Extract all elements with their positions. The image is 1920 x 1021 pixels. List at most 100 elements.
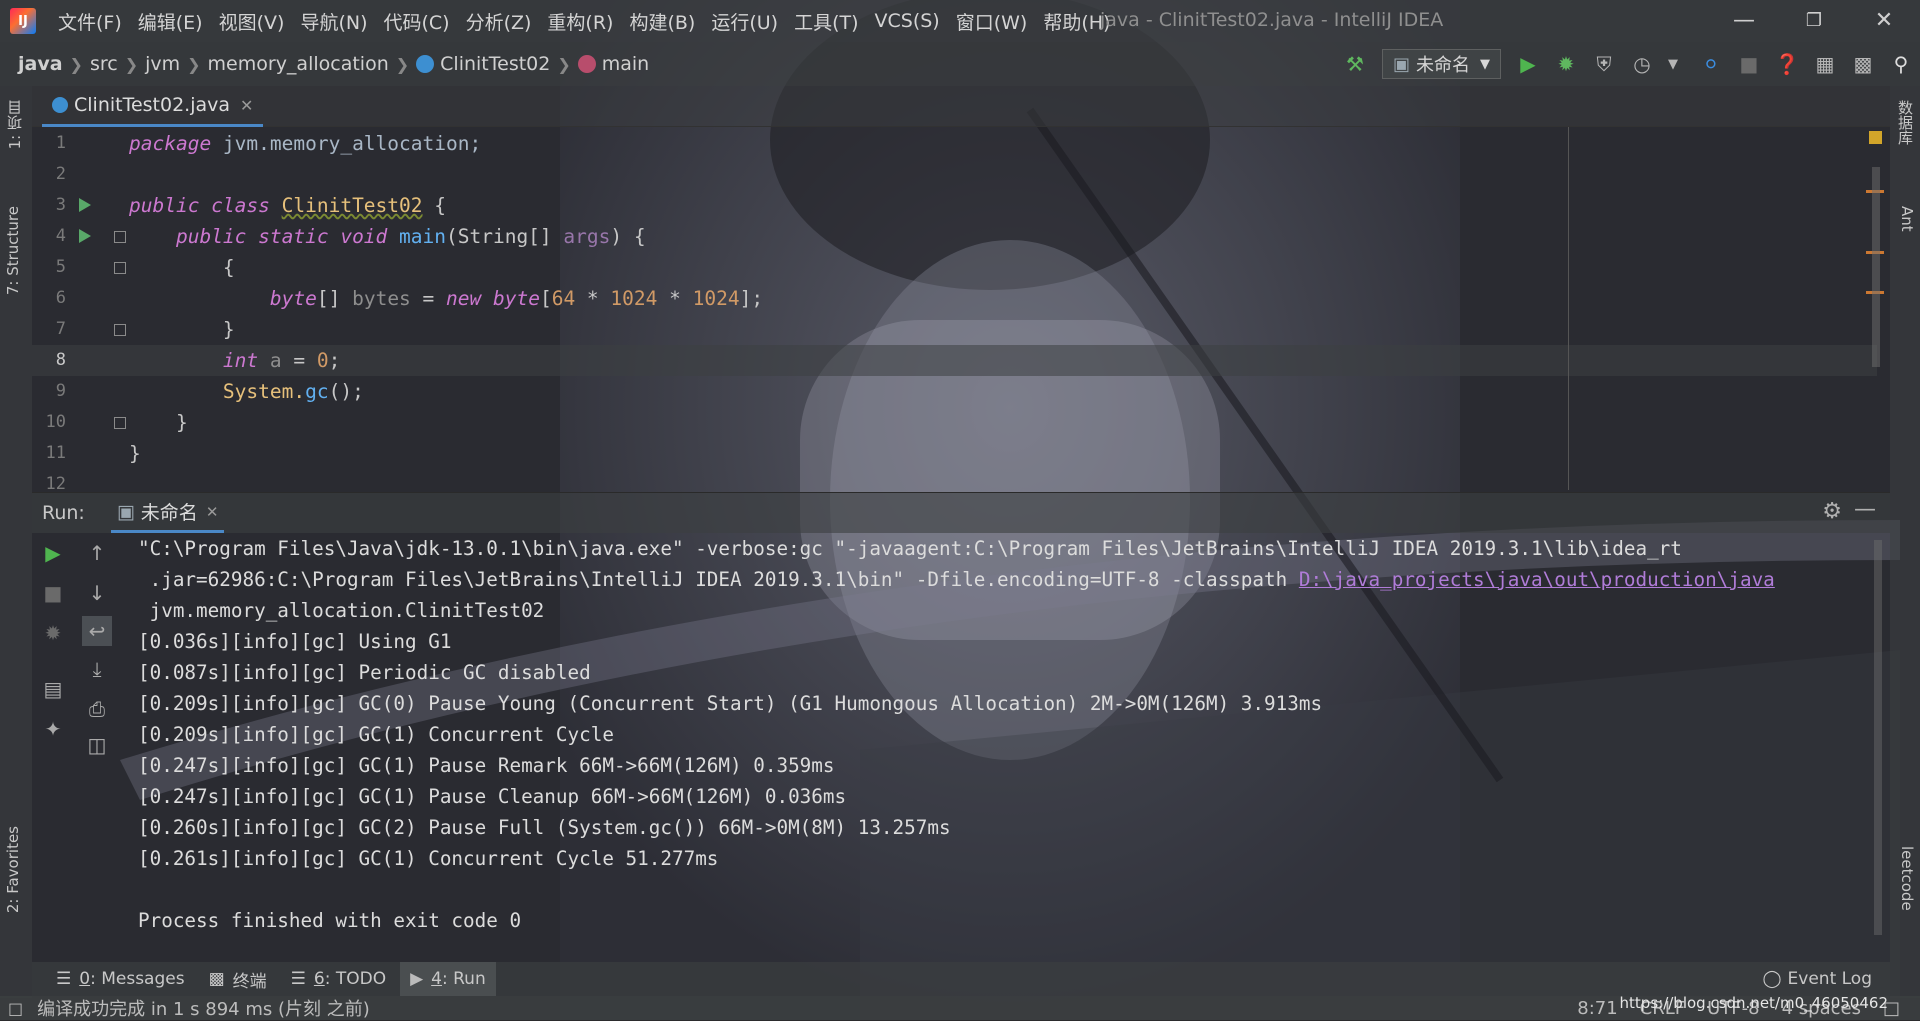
tool-tab-project[interactable]: 1: 项目 [4,100,25,149]
project-structure-icon[interactable]: ▦ [1813,52,1837,76]
editor-tab[interactable]: ClinitTest02.java ✕ [42,86,264,127]
breadcrumb-method[interactable]: main [577,53,649,75]
minimize-button[interactable]: — [1724,6,1764,36]
arrow-up-icon[interactable]: ↑ [86,541,108,565]
tool-tab-database[interactable]: 数据库 [1895,100,1916,145]
pin-icon[interactable]: ✦ [42,717,64,741]
classpath-link[interactable]: D:\java_projects\java\out\production\jav… [1299,568,1775,591]
tool-window-todo-num: 6 [313,969,325,989]
menu-edit[interactable]: 编辑(E) [130,8,211,35]
breadcrumb-java[interactable]: java [18,53,63,75]
run-gutter-icon[interactable] [79,229,91,243]
right-tool-strip: 数据库 Ant leetcode [1890,86,1920,998]
terminal-window-icon[interactable]: ▩ [1851,52,1875,76]
layout-icon[interactable]: ▤ [42,677,64,701]
tool-window-todo[interactable]: ☰ 6: TODO [281,962,396,996]
profiler-clock-icon[interactable]: ◷ [1630,52,1654,76]
breadcrumb-src[interactable]: src [90,53,118,75]
run-gutter-icon[interactable] [79,198,91,212]
code-editor[interactable]: 1 package jvm.memory_allocation; 2 3 pub… [32,127,1890,490]
console-output[interactable]: "C:\Program Files\Java\jdk-13.0.1\bin\ja… [138,533,1878,963]
breadcrumb-memory-allocation[interactable]: memory_allocation [208,53,389,75]
tool-window-event-log[interactable]: ◯ Event Log [1753,962,1883,996]
console-scrollbar[interactable] [1874,540,1882,935]
console-line: [0.209s][info][gc] GC(1) Concurrent Cycl… [138,723,614,746]
code-line: 10 } [32,407,1877,438]
line-number: 1 [55,133,66,153]
chevron-down-icon: ▼ [1480,56,1490,72]
run-icon[interactable]: ▶ [1516,52,1540,76]
breadcrumb-class[interactable]: ClinitTest02 [416,53,550,75]
fold-icon[interactable] [114,417,126,429]
run-toolbar-primary: ▶ ■ ✹ ▤ ✦ [32,532,80,958]
run-tab[interactable]: ▣ 未命名 ✕ [110,493,225,533]
run-configuration-select[interactable]: ▣ 未命名 ▼ [1381,49,1501,79]
tool-window-terminal[interactable]: ▩ 终端 [199,962,277,996]
debug-bug-icon[interactable]: ✹ [42,621,64,645]
editor-tab-bar: ClinitTest02.java ✕ [32,86,1890,127]
code-token: (String[] [446,225,564,248]
update-running-icon[interactable]: ⚪ [1699,52,1723,76]
param-token: args [563,225,611,248]
code-token: = [281,349,317,372]
arrow-down-icon[interactable]: ↓ [86,581,108,605]
menu-refactor[interactable]: 重构(R) [539,8,621,35]
menu-bar: IJ 文件(F) 编辑(E) 视图(V) 导航(N) 代码(C) 分析(Z) 重… [0,0,1920,42]
run-panel-header: Run: ▣ 未命名 ✕ ⚙ — [32,492,1890,533]
tool-tab-leetcode[interactable]: leetcode [1898,846,1916,911]
code-line-current: 8 int a = 0; [32,345,1877,376]
menu-tools[interactable]: 工具(T) [786,8,866,35]
build-hammer-icon[interactable]: ⚒ [1343,52,1367,76]
caret-position[interactable]: 8:71 [1577,998,1617,1019]
variable-token: a [258,349,282,372]
menu-navigate[interactable]: 导航(N) [292,8,375,35]
run-icon: ▶ [410,969,424,989]
debug-bug-icon[interactable]: ✹ [1554,52,1578,76]
editor-scrollbar[interactable] [1872,167,1880,367]
menu-run[interactable]: 运行(U) [703,8,786,35]
breadcrumb-jvm[interactable]: jvm [145,53,180,75]
print-icon[interactable]: ⎙ [86,697,108,721]
fold-icon[interactable] [114,231,126,243]
fold-icon[interactable] [114,324,126,336]
rerun-icon[interactable]: ▶ [42,541,64,565]
tool-window-messages[interactable]: ☰ 0: Messages [46,962,195,996]
menu-vcs[interactable]: VCS(S) [867,10,948,32]
menu-view[interactable]: 视图(V) [211,8,293,35]
fold-icon[interactable] [114,262,126,274]
scroll-to-end-icon[interactable]: ⤓ [86,657,108,681]
close-tab-icon[interactable]: ✕ [240,96,253,115]
java-class-icon [52,97,68,113]
more-run-chevron-icon[interactable]: ▼ [1661,52,1685,76]
menu-window[interactable]: 窗口(W) [948,8,1036,35]
gear-icon[interactable]: ⚙ [1822,499,1842,524]
help-icon[interactable]: ❓ [1775,52,1800,76]
stop-icon[interactable]: ■ [42,581,64,605]
stop-icon[interactable]: ■ [1737,52,1761,76]
coverage-shield-icon[interactable]: ⛨ [1592,52,1616,76]
code-token: (); [328,380,364,403]
tool-window-event-log-label: Event Log [1787,969,1872,989]
soft-wrap-icon[interactable]: ↩ [82,616,112,646]
tool-window-run[interactable]: ▶ 4: Run [400,962,496,996]
toggle-tool-windows-icon[interactable]: □ [8,999,23,1018]
tool-tab-structure[interactable]: 7: Structure [4,206,22,295]
inspection-warning-icon[interactable] [1869,131,1882,144]
status-message[interactable]: 编译成功完成 in 1 s 894 ms (片刻 之前) [37,995,370,1021]
close-window-button[interactable]: ✕ [1864,6,1904,36]
menu-file[interactable]: 文件(F) [50,8,130,35]
trash-icon[interactable]: ◫ [86,733,108,757]
editor-error-stripe[interactable] [1866,127,1888,490]
tool-tab-ant[interactable]: Ant [1898,206,1916,232]
close-tab-icon[interactable]: ✕ [206,503,219,521]
search-icon[interactable]: ⚲ [1889,52,1913,76]
code-token: [ [539,287,552,310]
hide-panel-icon[interactable]: — [1854,497,1876,522]
menu-analyze[interactable]: 分析(Z) [458,8,540,35]
tool-tab-favorites[interactable]: 2: Favorites [4,826,22,913]
restore-button[interactable]: ❐ [1794,6,1834,36]
keyword-token: public static void [175,225,400,248]
menu-code[interactable]: 代码(C) [375,8,457,35]
menu-build[interactable]: 构建(B) [621,8,703,35]
console-line: [0.209s][info][gc] GC(0) Pause Young (Co… [138,692,1323,715]
